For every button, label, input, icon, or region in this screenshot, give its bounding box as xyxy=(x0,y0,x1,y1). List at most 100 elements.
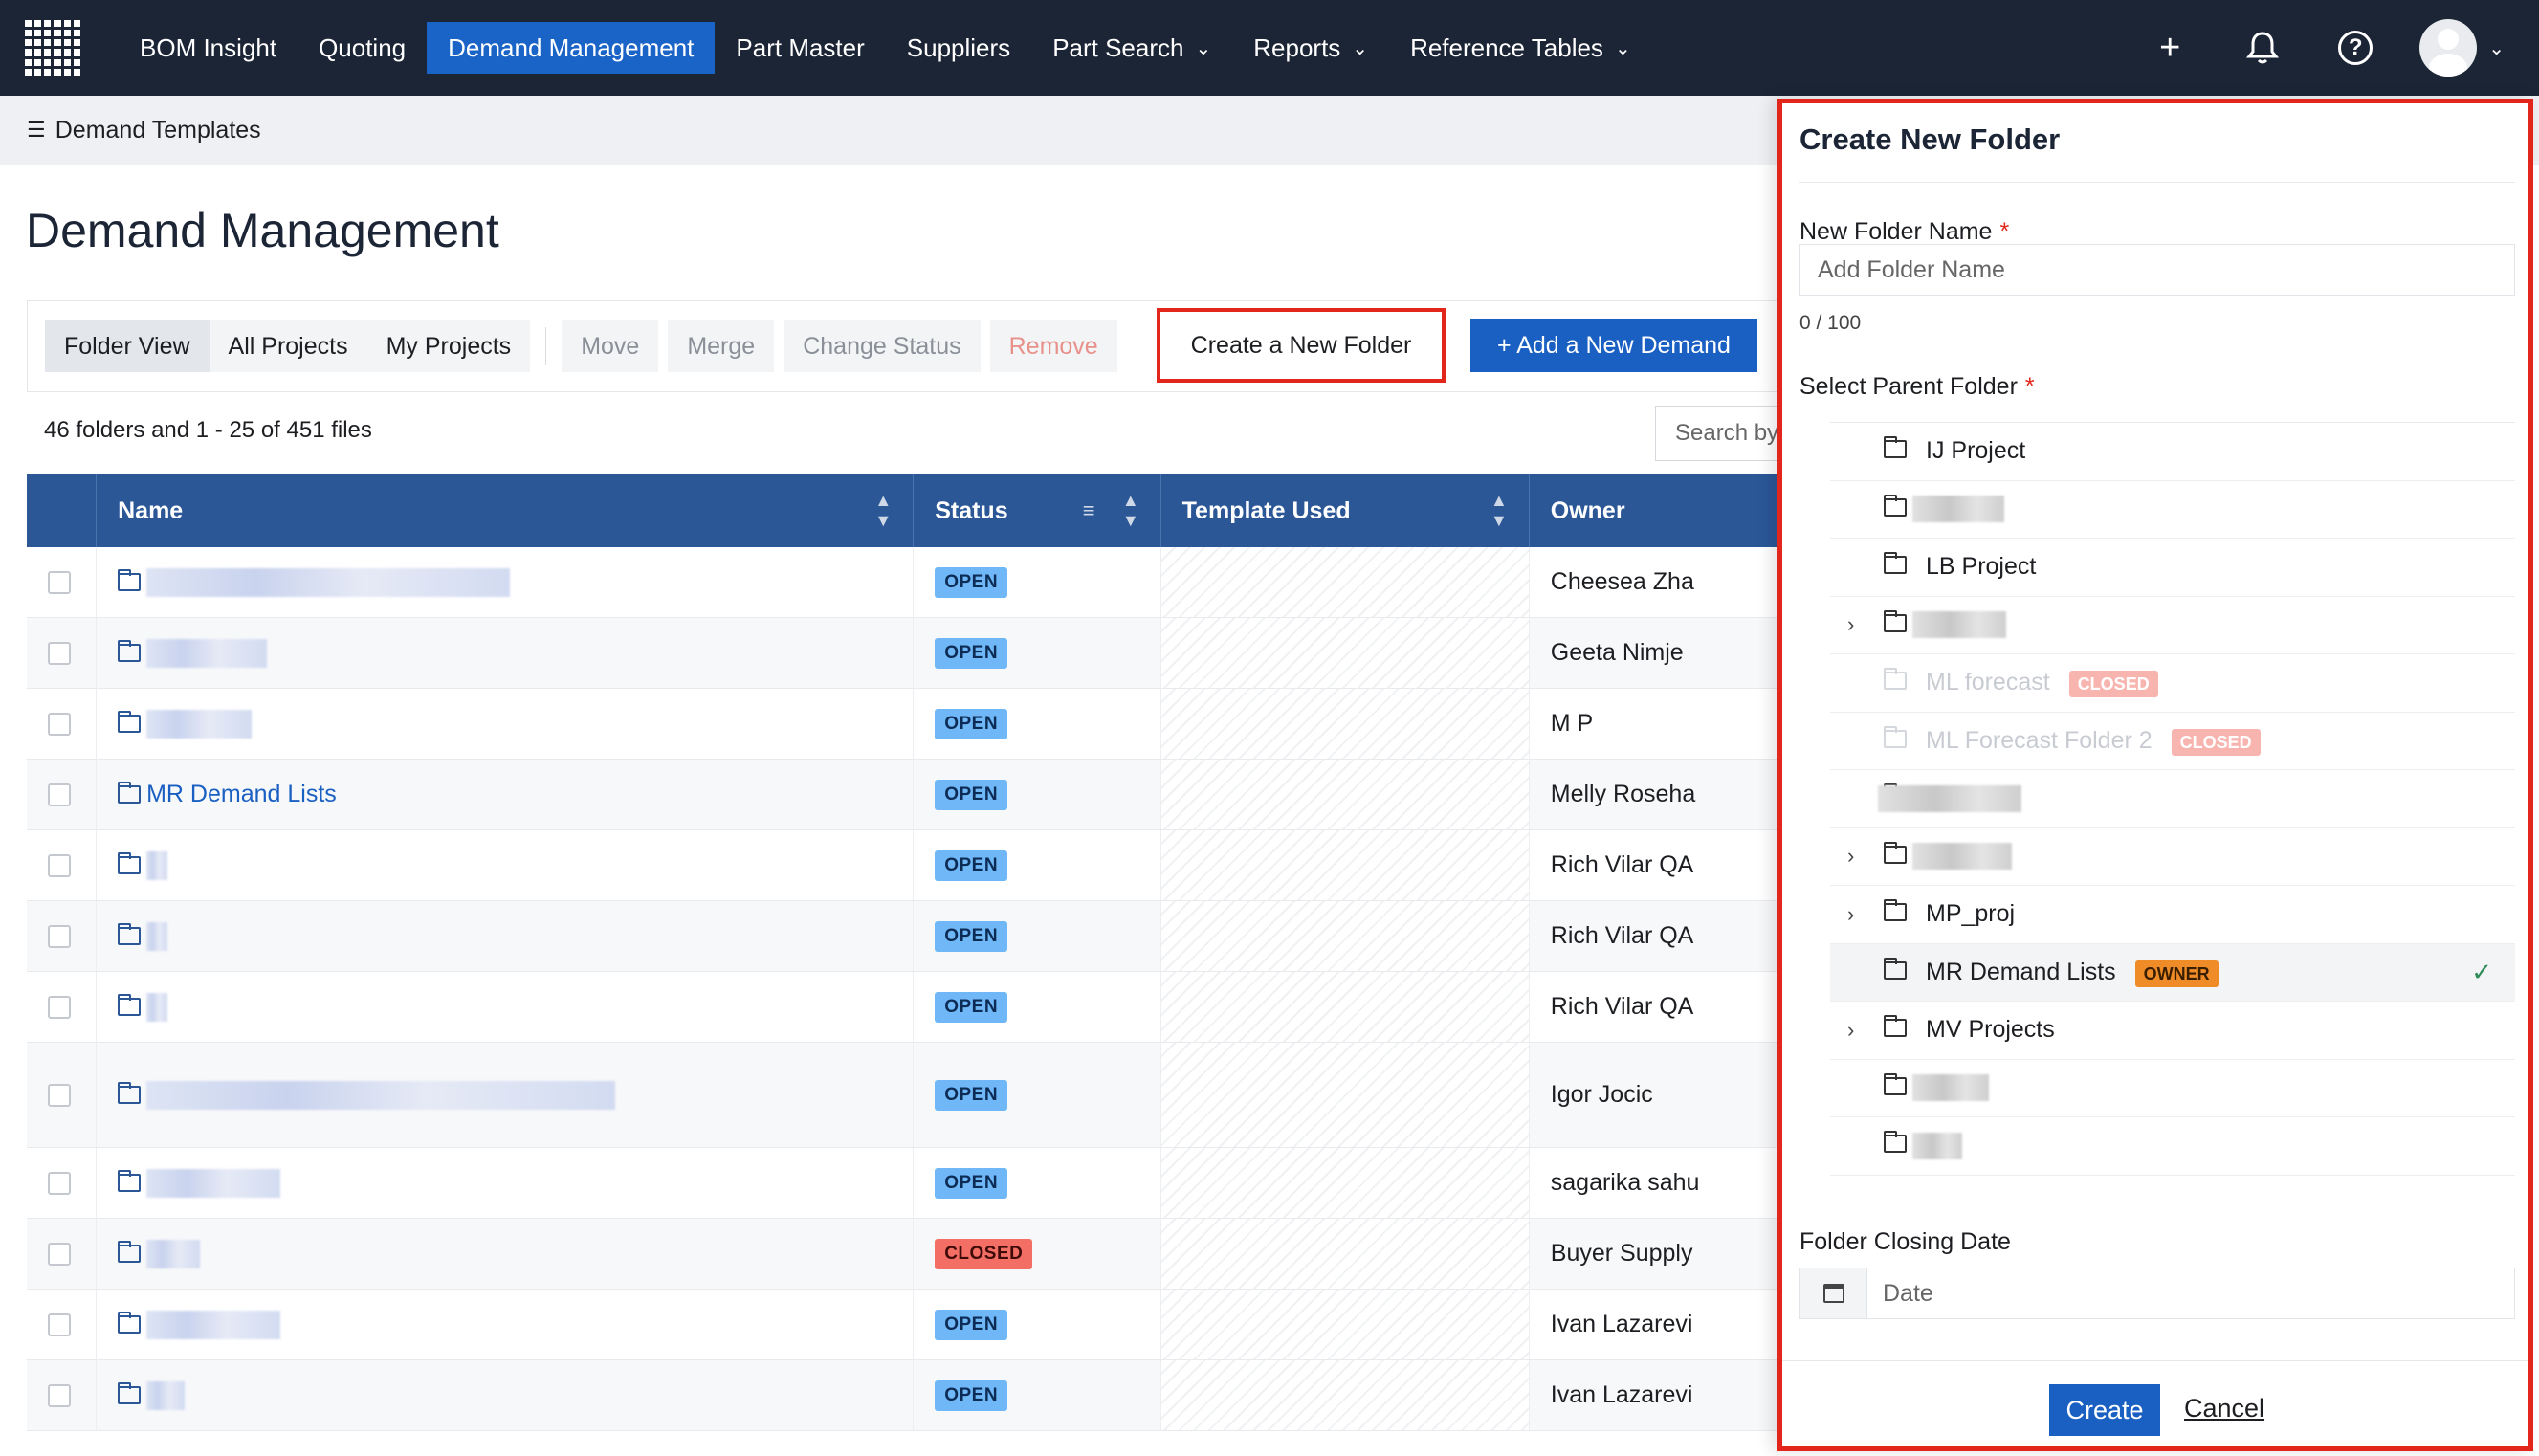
row-checkbox[interactable] xyxy=(48,641,71,665)
change-status-button[interactable]: Change Status xyxy=(784,320,981,372)
app-logo[interactable] xyxy=(25,20,80,76)
header-owner[interactable]: Owner xyxy=(1530,474,1797,547)
merge-button[interactable]: Merge xyxy=(668,320,775,372)
redacted-name[interactable] xyxy=(146,638,268,668)
chevron-right-icon[interactable]: › xyxy=(1847,612,1854,637)
redacted-name[interactable] xyxy=(146,1080,616,1110)
row-checkbox[interactable] xyxy=(48,995,71,1019)
owner-cell: Igor Jocic xyxy=(1530,1043,1797,1147)
row-select-cell xyxy=(27,760,98,829)
help-icon[interactable]: ? xyxy=(2327,19,2384,77)
table-row[interactable]: OPEN sagarika sahu xyxy=(27,1148,1797,1219)
avatar[interactable] xyxy=(2419,19,2478,77)
redacted-name[interactable] xyxy=(146,992,168,1022)
nav-quoting[interactable]: Quoting xyxy=(298,22,427,74)
folder-view-button[interactable]: Folder View xyxy=(45,320,210,372)
row-checkbox[interactable] xyxy=(48,1083,71,1107)
row-checkbox[interactable] xyxy=(48,1313,71,1336)
row-checkbox[interactable] xyxy=(48,783,71,806)
table-row[interactable]: OPEN Rich Vilar QA xyxy=(27,901,1797,972)
owner-cell: Rich Vilar QA xyxy=(1530,972,1797,1042)
sort-icon[interactable]: ▲ ▼ xyxy=(1122,491,1139,531)
row-checkbox[interactable] xyxy=(48,570,71,594)
redacted-folder xyxy=(1912,1074,1989,1102)
tree-item[interactable] xyxy=(1830,481,2515,539)
bell-icon[interactable] xyxy=(2234,19,2291,77)
tree-item[interactable]: › xyxy=(1830,597,2515,654)
tree-item[interactable]: IJ Project xyxy=(1830,423,2515,481)
closing-date-input[interactable]: Date xyxy=(1799,1268,2515,1319)
my-projects-button[interactable]: My Projects xyxy=(366,320,531,372)
nav-demand-management[interactable]: Demand Management xyxy=(427,22,716,74)
tree-item[interactable]: › xyxy=(1830,828,2515,886)
tree-item[interactable]: LB Project xyxy=(1830,539,2515,597)
row-checkbox[interactable] xyxy=(48,1383,71,1407)
status-badge: OPEN xyxy=(935,779,1008,810)
header-name[interactable]: Name ▲ ▼ xyxy=(97,474,915,547)
remove-button[interactable]: Remove xyxy=(989,320,1117,372)
tree-item[interactable]: MR Demand Lists OWNER ✓ xyxy=(1830,943,2515,1002)
breadcrumb-label[interactable]: Demand Templates xyxy=(55,117,261,144)
redacted-name[interactable] xyxy=(146,1168,281,1198)
table-row[interactable]: OPEN Ivan Lazarevi xyxy=(27,1290,1797,1360)
tree-item[interactable] xyxy=(1830,1117,2515,1176)
table-row[interactable]: OPEN Igor Jocic xyxy=(27,1043,1797,1148)
redacted-name[interactable] xyxy=(146,1380,186,1410)
nav-part-search[interactable]: Part Search ⌄ xyxy=(1031,22,1232,74)
folder-name-link[interactable]: MR Demand Lists xyxy=(146,781,337,808)
sort-icon[interactable]: ▲ ▼ xyxy=(1490,491,1508,531)
move-button[interactable]: Move xyxy=(562,320,659,372)
folder-name-input[interactable]: Add Folder Name xyxy=(1799,244,2515,296)
row-checkbox[interactable] xyxy=(48,712,71,736)
plus-icon[interactable]: + xyxy=(2141,19,2198,77)
header-template[interactable]: Template Used ▲ ▼ xyxy=(1161,474,1530,547)
sort-icon[interactable]: ▲ ▼ xyxy=(874,491,892,531)
row-checkbox[interactable] xyxy=(48,1171,71,1195)
header-status[interactable]: Status ≡ ▲ ▼ xyxy=(914,474,1161,547)
tree-item[interactable]: › MV Projects xyxy=(1830,1002,2515,1060)
table-row[interactable]: OPEN Rich Vilar QA xyxy=(27,972,1797,1043)
table-row[interactable]: MR Demand Lists OPEN Melly Roseha xyxy=(27,760,1797,830)
add-demand-button[interactable]: + Add a New Demand xyxy=(1470,319,1757,372)
row-select-cell xyxy=(27,689,98,759)
redacted-folder xyxy=(1912,496,2004,523)
nav-suppliers[interactable]: Suppliers xyxy=(886,22,1031,74)
tree-item[interactable] xyxy=(1830,770,2515,828)
status-badge: OPEN xyxy=(935,920,1008,952)
redacted-name[interactable] xyxy=(146,1310,281,1339)
chevron-down-icon[interactable]: ⌄ xyxy=(2488,36,2505,60)
nav-bom-insight[interactable]: BOM Insight xyxy=(119,22,298,74)
table-row[interactable]: OPEN Rich Vilar QA xyxy=(27,830,1797,901)
row-checkbox[interactable] xyxy=(48,853,71,877)
redacted-name[interactable] xyxy=(146,1239,201,1268)
table-row[interactable]: CLOSED Buyer Supply xyxy=(27,1219,1797,1290)
redacted-name[interactable] xyxy=(146,850,168,880)
nav-reports[interactable]: Reports ⌄ xyxy=(1232,22,1389,74)
redacted-name[interactable] xyxy=(146,567,511,597)
table-row[interactable]: OPEN Geeta Nimje xyxy=(27,618,1797,689)
table-row[interactable]: OPEN Cheesea Zha xyxy=(27,547,1797,618)
table-row[interactable]: OPEN Ivan Lazarevi xyxy=(27,1360,1797,1431)
chevron-right-icon[interactable]: › xyxy=(1847,844,1854,869)
table-row[interactable]: OPEN M P xyxy=(27,689,1797,760)
calendar-icon[interactable] xyxy=(1800,1268,1867,1318)
redacted-name[interactable] xyxy=(146,921,168,951)
all-projects-button[interactable]: All Projects xyxy=(209,320,367,372)
row-checkbox[interactable] xyxy=(48,924,71,948)
result-count: 46 folders and 1 - 25 of 451 files xyxy=(44,417,372,443)
tree-item[interactable]: › MP_proj xyxy=(1830,886,2515,944)
nav-part-master[interactable]: Part Master xyxy=(715,22,885,74)
tree-item[interactable] xyxy=(1830,1060,2515,1117)
create-button[interactable]: Create xyxy=(2049,1384,2160,1436)
cancel-button[interactable]: Cancel xyxy=(2184,1394,2264,1423)
create-folder-button[interactable]: Create a New Folder xyxy=(1157,308,1446,383)
chevron-right-icon[interactable]: › xyxy=(1847,1018,1854,1043)
row-select-cell xyxy=(27,901,98,971)
row-checkbox[interactable] xyxy=(48,1242,71,1266)
filter-icon[interactable]: ≡ xyxy=(1083,498,1095,523)
header-label: Status xyxy=(935,496,1008,524)
owner-cell: Geeta Nimje xyxy=(1530,618,1797,688)
nav-reference-tables[interactable]: Reference Tables ⌄ xyxy=(1389,22,1652,74)
chevron-right-icon[interactable]: › xyxy=(1847,902,1854,927)
redacted-name[interactable] xyxy=(146,709,253,739)
